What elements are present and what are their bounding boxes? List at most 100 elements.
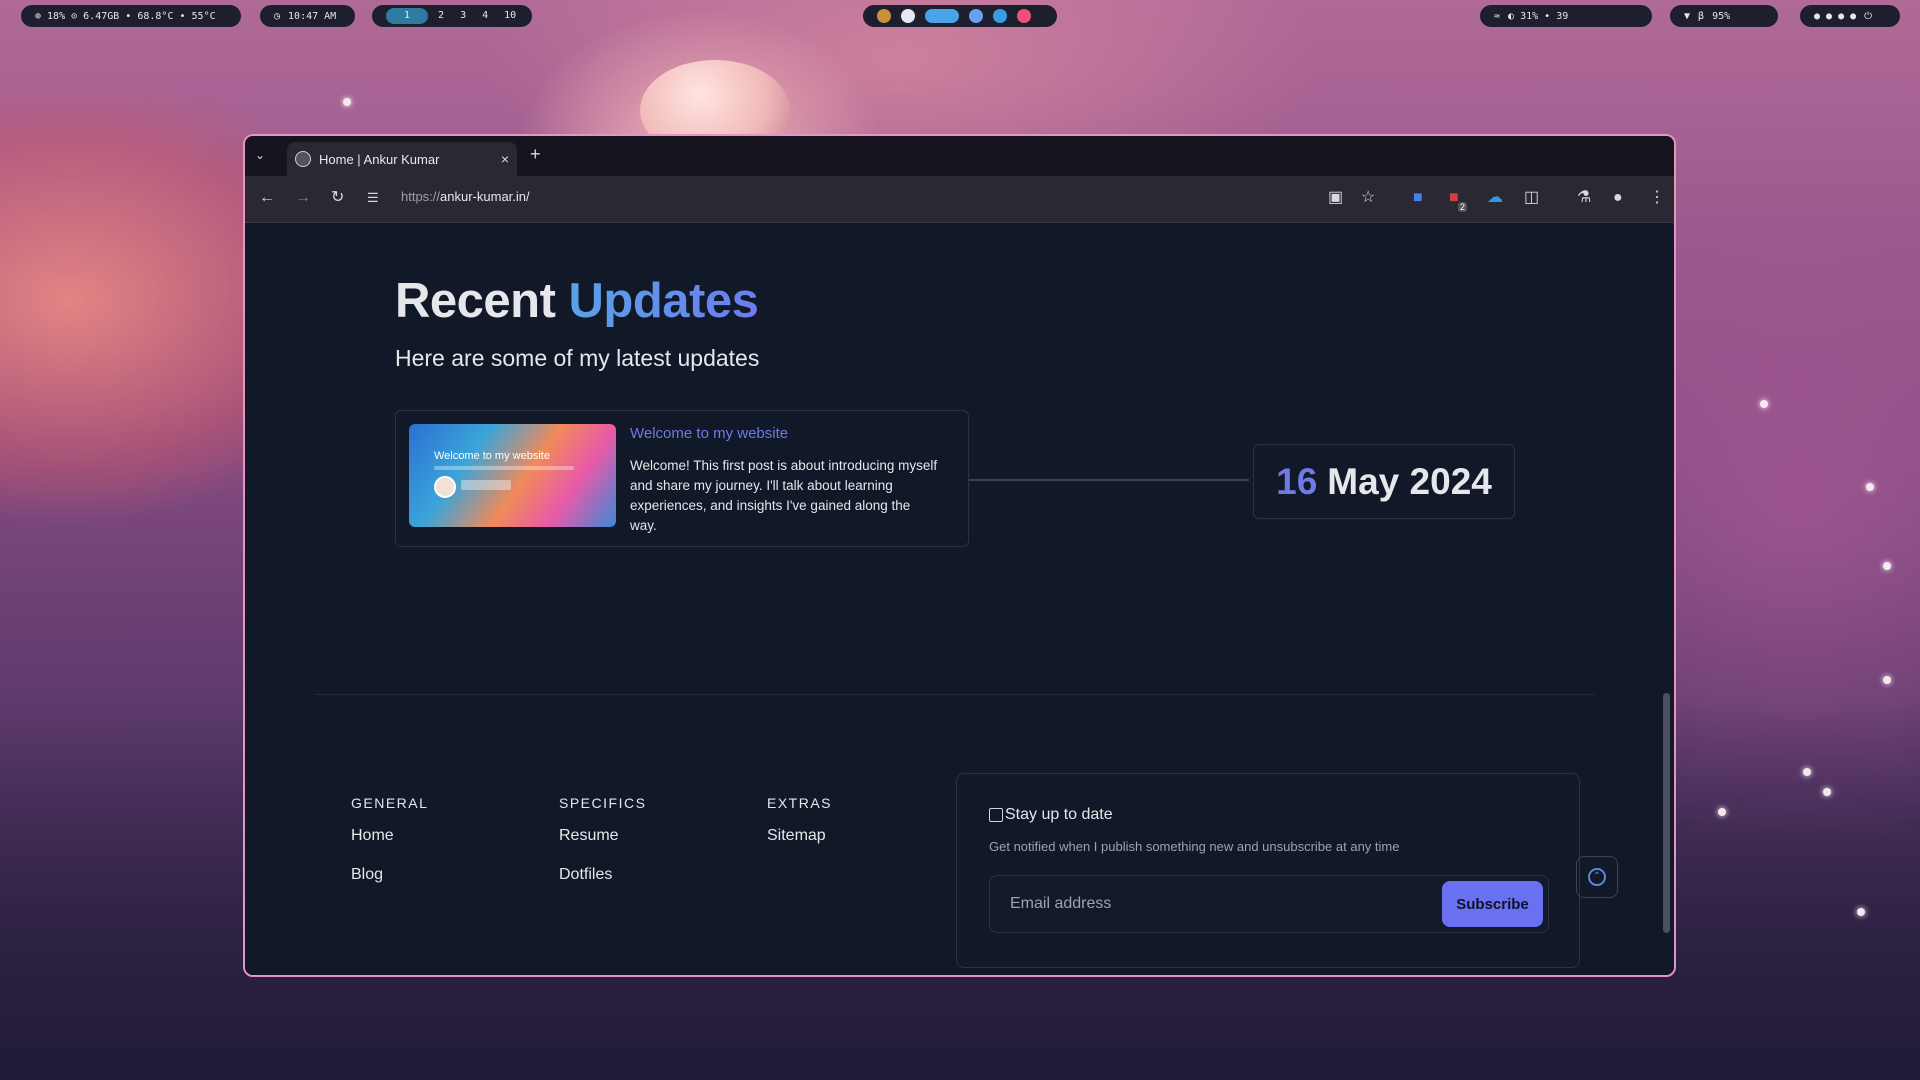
tab-home[interactable]: Home | Ankur Kumar × bbox=[287, 142, 517, 176]
back-arrow-icon[interactable]: ← bbox=[259, 188, 275, 208]
footer-link-sitemap[interactable]: Sitemap bbox=[767, 827, 832, 845]
footer-heading: GENERAL bbox=[351, 795, 429, 811]
extension-badge: 2 bbox=[1458, 202, 1468, 212]
extensions-puzzle-icon[interactable]: ◫ bbox=[1524, 188, 1539, 208]
thumbnail-tags bbox=[434, 466, 574, 470]
wallpaper-star bbox=[343, 98, 351, 106]
timeline-connector bbox=[969, 479, 1249, 481]
favicon-icon bbox=[295, 151, 311, 167]
close-tab-icon[interactable]: × bbox=[501, 151, 509, 167]
footer-link-resume[interactable]: Resume bbox=[559, 827, 646, 845]
app-icon-files[interactable] bbox=[877, 9, 891, 23]
taskbar-apps bbox=[863, 5, 1057, 27]
profile-icon[interactable]: ● bbox=[1613, 188, 1623, 208]
wallpaper-star bbox=[1803, 768, 1811, 776]
back-to-top-button[interactable]: ⌃ bbox=[1576, 856, 1618, 898]
menu-kebab-icon[interactable]: ⋮ bbox=[1649, 188, 1665, 208]
newsletter-description: Get notified when I publish something ne… bbox=[989, 839, 1400, 854]
footer-heading: SPECIFICS bbox=[559, 795, 647, 811]
cloud-extension-icon[interactable]: ☁ bbox=[1487, 188, 1503, 208]
app-icon-chrome-active[interactable] bbox=[925, 9, 959, 23]
bitwarden-extension-icon[interactable]: ■ bbox=[1413, 188, 1423, 208]
thumbnail-meta bbox=[461, 480, 511, 490]
system-stats-widget[interactable]: ⊚ 18% ⊙ 6.47GB • 68.8°C • 55°C bbox=[21, 5, 241, 27]
new-tab-plus-icon[interactable]: + bbox=[530, 144, 541, 165]
post-excerpt: Welcome! This first post is about introd… bbox=[630, 458, 938, 533]
wallpaper-star bbox=[1857, 908, 1865, 916]
web-page: Recent Updates Here are some of my lates… bbox=[245, 223, 1674, 975]
wallpaper-star bbox=[1760, 400, 1768, 408]
subscribe-button[interactable]: Subscribe bbox=[1442, 881, 1543, 927]
avatar bbox=[434, 476, 456, 498]
section-heading: Recent Updates bbox=[395, 273, 759, 329]
thumbnail-title: Welcome to my website bbox=[434, 450, 550, 462]
tab-bar: ⌄ Home | Ankur Kumar × + bbox=[245, 136, 1674, 176]
battery-text: 95% bbox=[1712, 10, 1731, 22]
workspace-2[interactable]: 2 bbox=[432, 8, 450, 24]
scrollbar[interactable] bbox=[1663, 693, 1670, 933]
post-title-link[interactable]: Welcome to my website bbox=[630, 425, 788, 442]
wallpaper-star bbox=[1718, 808, 1726, 816]
reload-icon[interactable]: ↻ bbox=[331, 188, 344, 208]
clock-text: 10:47 AM bbox=[288, 10, 337, 22]
network-icon: ▼ bbox=[1684, 10, 1691, 22]
post-date-day: 16 bbox=[1276, 460, 1318, 502]
workspace-4[interactable]: 4 bbox=[476, 8, 494, 24]
browser-window: ⌄ Home | Ankur Kumar × + ← → ↻ ☰ https:/… bbox=[243, 134, 1676, 977]
battery-widget[interactable]: ▼ β 95% bbox=[1670, 5, 1778, 27]
url-scheme: https:// bbox=[401, 189, 441, 204]
site-settings-icon[interactable]: ☰ bbox=[367, 188, 379, 208]
bookmark-star-icon[interactable]: ☆ bbox=[1361, 188, 1375, 208]
heading-plain: Recent bbox=[395, 274, 556, 328]
system-stats-text: ⊚ 18% ⊙ 6.47GB • 68.8°C • 55°C bbox=[35, 10, 216, 22]
chevron-up-icon: ⌃ bbox=[1588, 868, 1606, 886]
heading-accent: Updates bbox=[568, 274, 759, 328]
clock-icon: ◷ bbox=[274, 10, 281, 22]
email-field[interactable] bbox=[990, 876, 1430, 932]
address-bar[interactable]: https://ankur-kumar.in/ bbox=[401, 189, 530, 204]
footer-heading: EXTRAS bbox=[767, 795, 833, 811]
status-widget[interactable]: ≈ ◐ 31% • 39 bbox=[1480, 5, 1652, 27]
app-icon-vscode[interactable] bbox=[993, 9, 1007, 23]
power-widget[interactable]: ● ● ● ● ⏻ bbox=[1800, 5, 1900, 27]
tab-title: Home | Ankur Kumar bbox=[319, 151, 440, 167]
workspace-3[interactable]: 3 bbox=[454, 8, 472, 24]
url-host: ankur-kumar.in/ bbox=[440, 189, 530, 204]
forward-arrow-icon[interactable]: → bbox=[295, 188, 311, 208]
wallpaper-star bbox=[1823, 788, 1831, 796]
mailbox-icon bbox=[989, 808, 1003, 822]
post-card[interactable]: Welcome to my website Welcome to my webs… bbox=[395, 410, 969, 547]
newsletter-card: Stay up to date Get notified when I publ… bbox=[956, 773, 1580, 968]
section-subtitle: Here are some of my latest updates bbox=[395, 345, 760, 371]
workspace-10[interactable]: 10 bbox=[498, 8, 522, 24]
app-icon-chrome[interactable] bbox=[969, 9, 983, 23]
post-date-month-year: May 2024 bbox=[1327, 460, 1492, 502]
wallpaper-star bbox=[1866, 483, 1874, 491]
bluetooth-icon: β bbox=[1698, 10, 1705, 22]
newsletter-form: Subscribe bbox=[989, 875, 1549, 933]
footer-link-dotfiles[interactable]: Dotfiles bbox=[559, 866, 646, 884]
newsletter-title: Stay up to date bbox=[1005, 806, 1113, 823]
wallpaper-star bbox=[1883, 676, 1891, 684]
footer-column-specifics: SPECIFICS Resume Dotfiles bbox=[559, 795, 646, 905]
footer-divider bbox=[315, 694, 1595, 695]
post-thumbnail[interactable]: Welcome to my website bbox=[409, 424, 616, 527]
footer-column-extras: EXTRAS Sitemap bbox=[767, 795, 832, 866]
tab-search-chevron-icon[interactable]: ⌄ bbox=[255, 148, 265, 162]
footer-link-home[interactable]: Home bbox=[351, 827, 428, 845]
footer-link-blog[interactable]: Blog bbox=[351, 866, 428, 884]
power-icon[interactable]: ⏻ bbox=[1864, 11, 1872, 22]
wallpaper-star bbox=[1883, 562, 1891, 570]
tray-icons: ● ● ● ● bbox=[1814, 10, 1857, 22]
clock-widget[interactable]: ◷ 10:47 AM bbox=[260, 5, 355, 27]
workspace-switcher: 1 2 3 4 10 bbox=[372, 5, 532, 27]
app-icon-browser[interactable] bbox=[901, 9, 915, 23]
labs-flask-icon[interactable]: ⚗ bbox=[1577, 188, 1591, 208]
status-text: ◐ 31% • 39 bbox=[1508, 10, 1569, 22]
browser-toolbar: ← → ↻ ☰ https://ankur-kumar.in/ ▣ ☆ ■ ■ … bbox=[245, 176, 1674, 223]
install-app-icon[interactable]: ▣ bbox=[1328, 188, 1343, 208]
footer-column-general: GENERAL Home Blog bbox=[351, 795, 428, 905]
app-icon-music[interactable] bbox=[1017, 9, 1031, 23]
workspace-1[interactable]: 1 bbox=[386, 8, 429, 24]
post-date: 16 May 2024 bbox=[1253, 444, 1515, 519]
